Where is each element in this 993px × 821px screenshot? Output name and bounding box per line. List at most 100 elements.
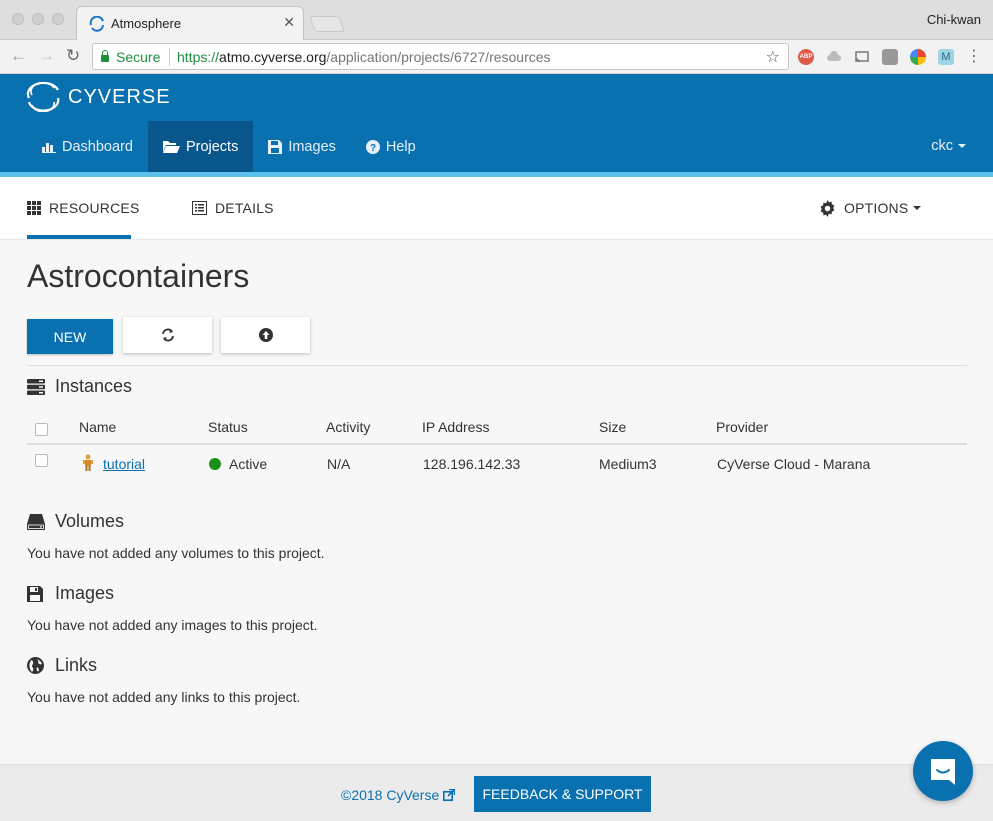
project-subnav: RESOURCES DETAILS OPTIONS xyxy=(0,177,993,240)
row-checkbox[interactable] xyxy=(35,454,48,467)
zoom-window-button[interactable] xyxy=(52,13,64,25)
nav-item-projects[interactable]: Projects xyxy=(147,121,254,172)
external-link-icon xyxy=(443,788,456,801)
column-header-status[interactable]: Status xyxy=(208,419,248,435)
refresh-button[interactable] xyxy=(123,317,212,353)
links-heading: Links xyxy=(27,655,97,676)
tab-close-icon[interactable]: ✕ xyxy=(283,14,295,31)
caret-down-icon xyxy=(913,206,922,210)
options-menu[interactable]: OPTIONS xyxy=(819,177,922,239)
app-header: CYVERSE Dashboard Projects Images ? Help… xyxy=(0,74,993,172)
globe-icon xyxy=(27,657,47,674)
minimize-window-button[interactable] xyxy=(32,13,44,25)
options-label: OPTIONS xyxy=(844,200,909,216)
secure-label: Secure xyxy=(116,49,161,65)
note-icon[interactable] xyxy=(882,49,898,65)
instances-heading: Instances xyxy=(27,376,132,397)
user-menu[interactable]: ckc xyxy=(931,138,966,154)
atmosphere-favicon-icon xyxy=(89,16,104,32)
upload-button[interactable] xyxy=(221,317,310,353)
instance-name-link[interactable]: tutorial xyxy=(103,456,145,472)
volumes-heading: Volumes xyxy=(27,511,124,532)
cast-icon[interactable] xyxy=(854,49,870,65)
chat-icon xyxy=(931,759,955,785)
volumes-heading-label: Volumes xyxy=(55,511,125,531)
user-name: ckc xyxy=(931,138,953,154)
url-separator xyxy=(169,48,170,66)
copyright-link[interactable]: ©2018 CyVerse xyxy=(341,787,456,803)
instance-status-label: Active xyxy=(229,456,268,472)
nav-label-dashboard: Dashboard xyxy=(62,138,133,155)
new-tab-button[interactable] xyxy=(309,16,345,32)
project-title: Astrocontainers xyxy=(27,258,250,294)
refresh-icon xyxy=(161,328,174,342)
browser-tab-bar: Atmosphere ✕ Chi-kwan xyxy=(0,0,993,40)
instance-ip: 128.196.142.33 xyxy=(423,456,521,472)
images-empty-message: You have not added any images to this pr… xyxy=(27,617,318,633)
browser-tab[interactable]: Atmosphere ✕ xyxy=(76,6,304,40)
browser-menu-icon[interactable]: ⋮ xyxy=(966,46,982,66)
nav-item-images[interactable]: Images xyxy=(253,121,351,172)
instance-type-icon xyxy=(82,454,94,474)
url-text[interactable]: https://atmo.cyverse.org/application/pro… xyxy=(177,49,551,65)
list-alt-icon xyxy=(192,201,207,215)
copyright-label: ©2018 CyVerse xyxy=(341,787,440,803)
forward-arrow-icon[interactable]: → xyxy=(38,46,55,66)
back-arrow-icon[interactable]: ← xyxy=(10,46,27,66)
instances-table-header: Name Status Activity IP Address Size Pro… xyxy=(27,417,967,445)
instance-size: Medium3 xyxy=(599,456,657,472)
svg-text:?: ? xyxy=(370,143,376,154)
cyverse-logo[interactable]: CYVERSE xyxy=(26,82,171,112)
status-active-dot xyxy=(209,458,221,470)
close-window-button[interactable] xyxy=(12,13,24,25)
nav-label-images: Images xyxy=(288,138,336,155)
nav-item-help[interactable]: ? Help xyxy=(351,121,431,172)
nav-label-projects: Projects xyxy=(185,138,239,155)
tab-resources[interactable]: RESOURCES xyxy=(27,177,139,239)
tab-title: Atmosphere xyxy=(111,16,182,31)
abp-icon[interactable]: ABP xyxy=(798,49,814,65)
new-button[interactable]: NEW xyxy=(27,319,113,354)
arrow-circle-up-icon xyxy=(258,328,273,342)
url-host: atmo.cyverse.org xyxy=(219,49,327,65)
column-header-name[interactable]: Name xyxy=(79,419,116,435)
feedback-support-button[interactable]: FEEDBACK & SUPPORT xyxy=(474,776,651,812)
images-heading: Images xyxy=(27,583,114,604)
caret-down-icon xyxy=(958,144,966,149)
cyverse-logo-icon xyxy=(26,82,60,112)
hard-drive-icon xyxy=(27,513,47,530)
column-header-ip-address[interactable]: IP Address xyxy=(422,419,489,435)
select-all-checkbox[interactable] xyxy=(35,423,48,436)
secure-indicator[interactable]: Secure xyxy=(101,49,160,65)
footer: ©2018 CyVerse FEEDBACK & SUPPORT xyxy=(0,764,993,821)
drive-icon[interactable] xyxy=(826,49,842,65)
intercom-chat-button[interactable] xyxy=(913,741,973,801)
column-header-activity[interactable]: Activity xyxy=(326,419,370,435)
table-row[interactable]: tutorial Active N/A 128.196.142.33 Mediu… xyxy=(27,447,967,479)
instance-status: Active xyxy=(209,456,267,472)
address-bar[interactable]: Secure https://atmo.cyverse.org/applicat… xyxy=(92,43,789,70)
tab-details[interactable]: DETAILS xyxy=(192,177,274,239)
grid-icon xyxy=(27,201,41,215)
chrome-icon[interactable] xyxy=(910,49,926,65)
reload-icon[interactable]: ↻ xyxy=(66,46,80,66)
column-header-size[interactable]: Size xyxy=(599,419,626,435)
question-circle-icon: ? xyxy=(365,139,380,154)
m-icon[interactable]: M xyxy=(938,49,954,65)
nav-label-help: Help xyxy=(385,138,416,155)
url-scheme: https:// xyxy=(177,49,220,65)
lock-icon xyxy=(101,50,109,62)
column-header-provider[interactable]: Provider xyxy=(716,419,768,435)
gear-icon xyxy=(819,199,836,217)
folder-open-icon xyxy=(162,140,180,153)
volumes-empty-message: You have not added any volumes to this p… xyxy=(27,545,325,561)
bar-chart-icon xyxy=(42,141,56,153)
bookmark-star-icon[interactable]: ☆ xyxy=(766,47,780,67)
section-divider xyxy=(27,365,967,366)
nav-item-dashboard[interactable]: Dashboard xyxy=(27,121,148,172)
browser-profile-name[interactable]: Chi-kwan xyxy=(927,12,981,27)
main-nav: Dashboard Projects Images ? Help xyxy=(27,121,431,172)
tab-resources-label: RESOURCES xyxy=(49,200,140,216)
floppy-icon xyxy=(268,139,283,154)
links-empty-message: You have not added any links to this pro… xyxy=(27,689,301,705)
